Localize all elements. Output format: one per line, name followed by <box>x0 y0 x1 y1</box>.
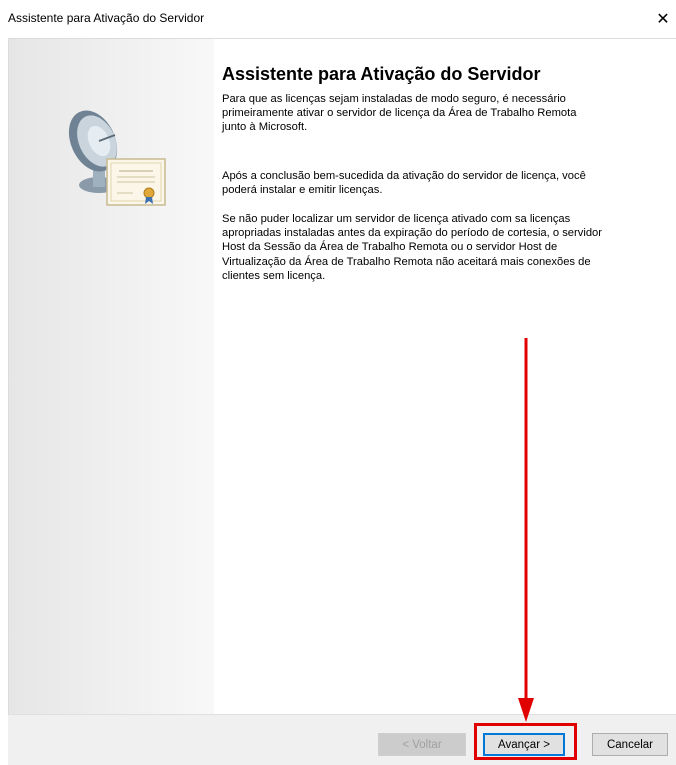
wizard-content: Assistente para Ativação do Servidor Par… <box>8 38 676 715</box>
cancel-button[interactable]: Cancelar <box>592 733 668 756</box>
next-button[interactable]: Avançar > <box>483 733 565 756</box>
wizard-heading: Assistente para Ativação do Servidor <box>222 64 541 84</box>
intro-paragraph: Para que as licenças sejam instaladas de… <box>222 93 577 134</box>
wizard-side-panel <box>9 39 214 715</box>
back-button[interactable]: < Voltar <box>378 733 466 756</box>
title-bar: Assistente para Ativação do Servidor ✕ <box>0 0 676 38</box>
wizard-main: Assistente para Ativação do Servidor Par… <box>222 63 602 298</box>
close-icon[interactable]: ✕ <box>650 6 676 32</box>
wizard-button-bar: < Voltar Avançar > Cancelar <box>8 714 676 765</box>
completion-paragraph: Após a conclusão bem-sucedida da ativaçã… <box>222 169 586 196</box>
server-license-certificate-icon <box>68 110 166 206</box>
window-title: Assistente para Ativação do Servidor <box>8 11 205 25</box>
warning-paragraph: Se não puder localizar um servidor de li… <box>222 213 602 282</box>
activation-wizard-window: Assistente para Ativação do Servidor ✕ A… <box>0 0 676 765</box>
